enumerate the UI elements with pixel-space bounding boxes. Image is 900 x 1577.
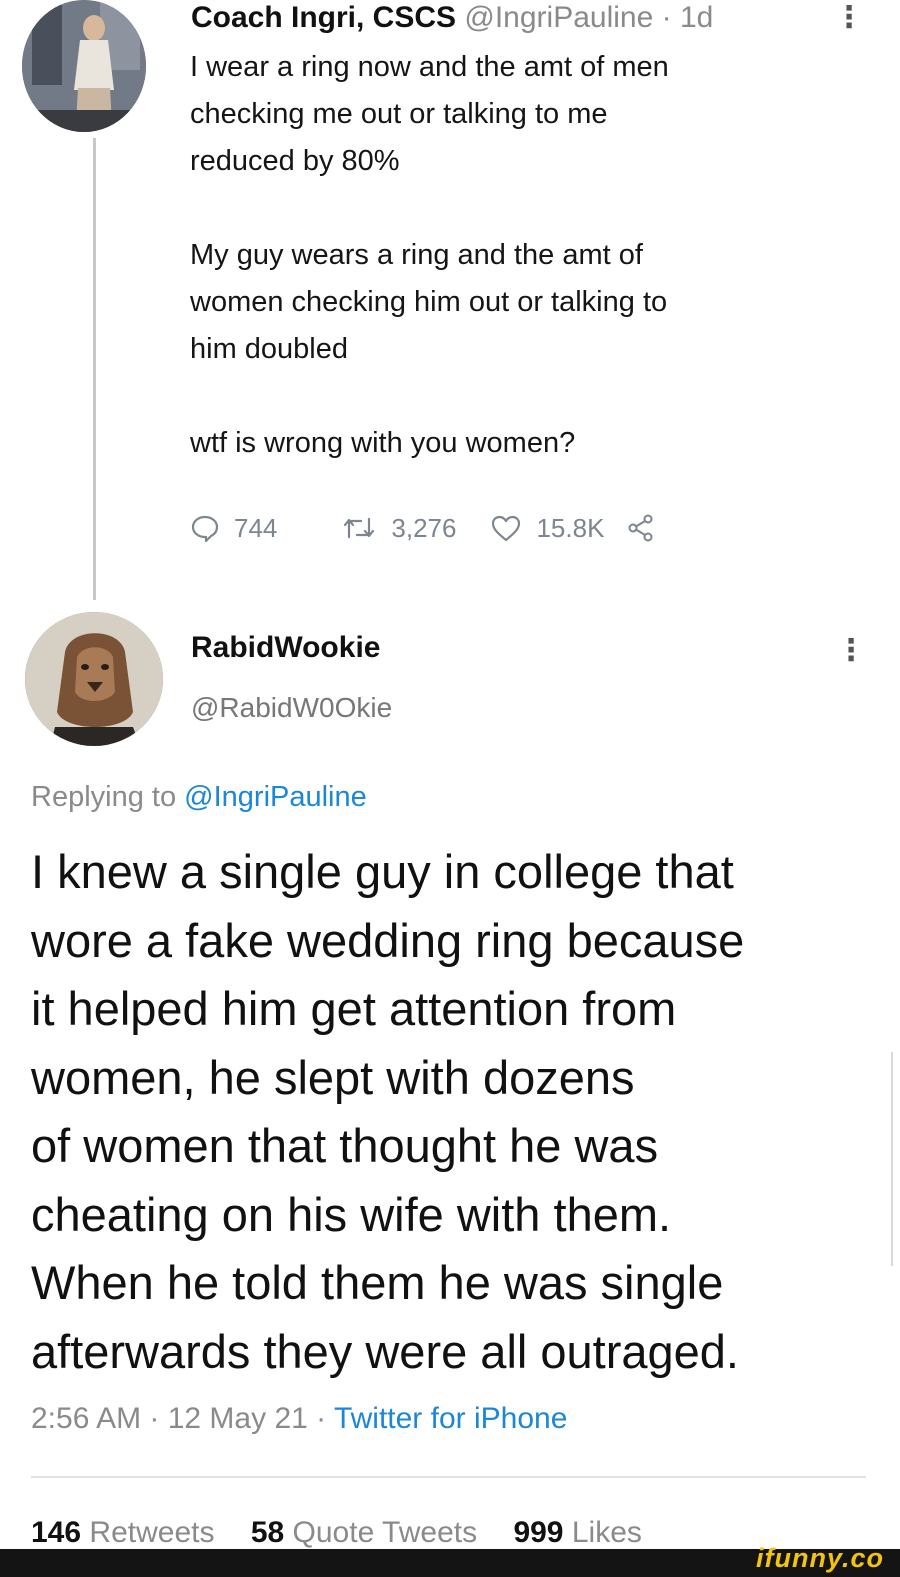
avatar[interactable] — [22, 0, 146, 132]
retweet-button[interactable]: 3,276 — [341, 513, 456, 544]
share-icon — [628, 514, 653, 542]
reply-meta: 2:56 AM · 12 May 21 · Twitter for iPhone — [31, 1402, 567, 1436]
share-button[interactable] — [626, 513, 670, 543]
reply-button[interactable]: 744 — [190, 513, 277, 544]
reply-line: When he told them he was single — [31, 1256, 724, 1309]
more-options-icon[interactable]: ⋮ — [834, 3, 864, 33]
tweet-line: him doubled — [190, 333, 348, 365]
reply-count: 744 — [234, 512, 278, 543]
tweet-line: My guy wears a ring and the amt of — [190, 239, 643, 271]
reply-line: it helped him get attention from — [31, 982, 677, 1035]
reply-icon — [191, 515, 219, 543]
like-button[interactable]: 15.8K — [490, 513, 604, 544]
retweet-icon — [344, 517, 375, 539]
tweet-line: women checking him out or talking to — [190, 286, 668, 318]
reply-avatar[interactable] — [25, 612, 163, 746]
tweet-text: I wear a ring now and the amt of men che… — [190, 44, 850, 467]
replying-mention-link[interactable]: @IngriPauline — [184, 781, 367, 813]
tweet-time[interactable]: · 1d — [662, 1, 714, 34]
divider — [31, 1476, 866, 1478]
replying-to: Replying to @IngriPauline — [31, 781, 367, 814]
engagement-counts: 146 Retweets 58 Quote Tweets 999 Likes — [31, 1516, 670, 1550]
tweet-actions: 744 3,276 15.8K — [190, 508, 670, 548]
like-icon — [492, 515, 521, 542]
reply-text: I knew a single guy in college that wore… — [31, 838, 881, 1386]
more-options-icon[interactable]: ⋮ — [836, 636, 866, 666]
reply-author-handle[interactable]: @RabidW0Okie — [191, 692, 392, 724]
reply-line: wore a fake wedding ring because — [31, 913, 745, 967]
retweets-label[interactable]: Retweets — [89, 1516, 214, 1549]
likes-count[interactable]: 999 — [513, 1516, 563, 1549]
quote-tweets-count[interactable]: 58 — [251, 1516, 284, 1549]
retweet-count: 3,276 — [391, 512, 457, 543]
author-name[interactable]: Coach Ingri, CSCS — [191, 1, 456, 34]
reply-source-link[interactable]: Twitter for iPhone — [334, 1402, 567, 1435]
avatar-photo — [25, 612, 163, 746]
reply-line: I knew a single guy in college that — [31, 845, 734, 898]
avatar-photo — [22, 0, 146, 132]
reply-timestamp[interactable]: 2:56 AM · 12 May 21 · — [31, 1402, 334, 1435]
reply-line: women, he slept with dozens — [31, 1050, 635, 1104]
reply-line: afterwards they were all outraged. — [31, 1324, 739, 1378]
replying-prefix: Replying to — [31, 781, 185, 813]
reply-line: of women that thought he was — [31, 1119, 659, 1172]
thread-line — [93, 138, 96, 600]
likes-label[interactable]: Likes — [572, 1516, 642, 1549]
like-count: 15.8K — [536, 512, 605, 543]
tweet-line: wtf is wrong with you women? — [190, 427, 576, 459]
ifunny-watermark: ifunny.co — [756, 1543, 884, 1573]
reply-line: cheating on his wife with them. — [31, 1187, 672, 1241]
quote-tweets-label[interactable]: Quote Tweets — [293, 1516, 478, 1549]
tweet-header: Coach Ingri, CSCS @IngriPauline · 1d — [191, 0, 713, 36]
tweet-line: I wear a ring now and the amt of men — [190, 51, 669, 83]
author-handle[interactable]: @IngriPauline — [464, 1, 653, 34]
reply-author-name[interactable]: RabidWookie — [191, 631, 380, 665]
tweet-line: reduced by 80% — [190, 145, 400, 177]
scrollbar[interactable] — [891, 1052, 893, 1266]
tweet-line: checking me out or talking to me — [190, 98, 608, 130]
retweets-count[interactable]: 146 — [31, 1516, 81, 1549]
